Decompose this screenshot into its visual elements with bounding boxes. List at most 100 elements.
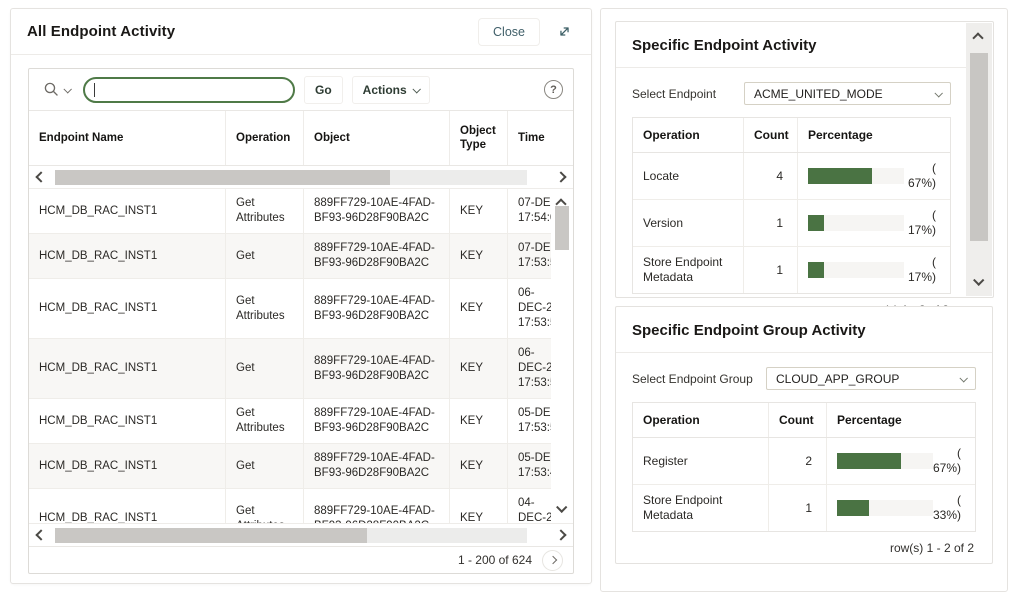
column-header-operation[interactable]: Operation bbox=[225, 111, 303, 165]
column-header-object[interactable]: Object bbox=[303, 111, 449, 165]
actions-button[interactable]: Actions bbox=[352, 76, 430, 104]
cell-object: 889FF729-10AE-4FAD- BF93-96D28F90BA2C bbox=[303, 339, 449, 398]
vertical-scrollbar[interactable] bbox=[966, 23, 992, 296]
cell-endpoint-name: HCM_DB_RAC_INST1 bbox=[29, 444, 225, 488]
cell-object-type: KEY bbox=[449, 339, 507, 398]
report-toolbar: Go Actions ? bbox=[29, 69, 573, 111]
table-header-row: Endpoint Name Operation Object Object Ty… bbox=[29, 111, 573, 166]
text-caret bbox=[94, 83, 95, 97]
scrollbar-track[interactable] bbox=[55, 528, 527, 543]
search-input-wrap bbox=[83, 77, 295, 103]
cell-endpoint-name: HCM_DB_RAC_INST1 bbox=[29, 234, 225, 278]
table-body: HCM_DB_RAC_INST1 Get Attributes 889FF729… bbox=[29, 189, 573, 523]
cell-object-type: KEY bbox=[449, 279, 507, 338]
cell-count: 1 bbox=[768, 485, 826, 531]
scrollbar-thumb[interactable] bbox=[55, 528, 367, 543]
cell-operation: Get bbox=[225, 234, 303, 278]
column-header-endpoint-name[interactable]: Endpoint Name bbox=[29, 111, 225, 165]
interactive-report: Go Actions ? Endpoint Name Operation Obj… bbox=[28, 68, 574, 574]
percentage-bar bbox=[808, 168, 904, 184]
close-button[interactable]: Close bbox=[478, 18, 540, 46]
pagination-range: 1 - 200 of 624 bbox=[458, 553, 532, 567]
cell-object: 889FF729-10AE-4FAD- BF93-96D28F90BA2C bbox=[303, 279, 449, 338]
column-header-count: Count bbox=[743, 118, 797, 152]
table-row: Store Endpoint Metadata 1 ( 17%) bbox=[633, 247, 950, 293]
expand-icon[interactable] bbox=[554, 21, 575, 42]
cell-operation: Get Attributes bbox=[225, 189, 303, 233]
cell-object: 889FF729-10AE-4FAD- BF93-96D28F90BA2C bbox=[303, 444, 449, 488]
search-input[interactable] bbox=[83, 77, 295, 103]
chevron-down-icon bbox=[934, 89, 942, 97]
horizontal-scrollbar-bottom bbox=[29, 523, 573, 546]
cell-count: 1 bbox=[743, 247, 797, 293]
cell-object: 889FF729-10AE-4FAD- BF93-96D28F90BA2C bbox=[303, 489, 449, 523]
chevron-down-icon bbox=[959, 374, 967, 382]
scrollbar-track[interactable] bbox=[55, 170, 527, 185]
all-endpoint-activity-panel: All Endpoint Activity Close bbox=[10, 8, 592, 584]
percentage-bar bbox=[808, 262, 904, 278]
scrollbar-thumb[interactable] bbox=[555, 206, 569, 250]
panel-title: Specific Endpoint Group Activity bbox=[616, 307, 992, 353]
cell-operation: Get Attributes bbox=[225, 489, 303, 523]
cell-operation: Store Endpoint Metadata bbox=[633, 247, 743, 293]
cell-object-type: KEY bbox=[449, 189, 507, 233]
table-row: HCM_DB_RAC_INST1 Get Attributes 889FF729… bbox=[29, 279, 573, 339]
column-header-percentage: Percentage bbox=[797, 118, 950, 152]
cell-object-type: KEY bbox=[449, 234, 507, 278]
column-header-percentage: Percentage bbox=[826, 403, 975, 437]
scroll-down-icon[interactable] bbox=[974, 272, 982, 290]
cell-percentage: ( 17%) bbox=[797, 247, 950, 293]
vertical-scrollbar[interactable] bbox=[551, 189, 573, 523]
cell-endpoint-name: HCM_DB_RAC_INST1 bbox=[29, 399, 225, 443]
endpoint-group-select[interactable]: CLOUD_APP_GROUP bbox=[766, 367, 976, 390]
page: All Endpoint Activity Close bbox=[0, 0, 1017, 606]
pagination: 1 - 200 of 624 bbox=[29, 546, 573, 573]
cell-percentage: ( 17%) bbox=[797, 200, 950, 246]
cell-object-type: KEY bbox=[449, 399, 507, 443]
table-row: Register 2 ( 67%) bbox=[633, 438, 975, 485]
endpoint-select[interactable]: ACME_UNITED_MODE bbox=[744, 82, 951, 105]
scroll-left-icon[interactable] bbox=[35, 529, 47, 541]
scroll-left-icon[interactable] bbox=[35, 171, 47, 183]
right-column: Specific Endpoint Activity Select Endpoi… bbox=[600, 8, 1008, 592]
column-header-object-type[interactable]: Object Type bbox=[449, 111, 507, 165]
help-icon[interactable]: ? bbox=[544, 80, 563, 99]
cell-count: 2 bbox=[768, 438, 826, 484]
column-header-count: Count bbox=[768, 403, 826, 437]
scrollbar-thumb[interactable] bbox=[970, 53, 988, 241]
cell-operation: Get Attributes bbox=[225, 279, 303, 338]
table-row: Store Endpoint Metadata 1 ( 33%) bbox=[633, 485, 975, 531]
chevron-down-icon bbox=[63, 85, 71, 93]
group-activity-table: Operation Count Percentage Register 2 ( … bbox=[632, 402, 976, 532]
table-row: Locate 4 ( 67%) bbox=[633, 153, 950, 200]
select-endpoint-row: Select Endpoint ACME_UNITED_MODE bbox=[632, 82, 951, 105]
scroll-up-icon[interactable] bbox=[974, 29, 982, 47]
percentage-label: ( 17%) bbox=[904, 255, 940, 285]
cell-endpoint-name: HCM_DB_RAC_INST1 bbox=[29, 279, 225, 338]
table-header-row: Operation Count Percentage bbox=[633, 403, 975, 438]
search-icon bbox=[43, 81, 60, 98]
panel-body: Select Endpoint ACME_UNITED_MODE Operati… bbox=[616, 68, 993, 317]
search-column-selector[interactable] bbox=[39, 77, 74, 102]
table-row: HCM_DB_RAC_INST1 Get 889FF729-10AE-4FAD-… bbox=[29, 234, 573, 279]
cell-object-type: KEY bbox=[449, 489, 507, 523]
percentage-bar bbox=[808, 215, 904, 231]
cell-endpoint-name: HCM_DB_RAC_INST1 bbox=[29, 339, 225, 398]
scroll-right-icon[interactable] bbox=[555, 529, 567, 541]
pagination-next-button[interactable] bbox=[542, 550, 563, 571]
column-header-time[interactable]: Time bbox=[507, 111, 573, 165]
scrollbar-thumb[interactable] bbox=[55, 170, 390, 185]
table-row: Version 1 ( 17%) bbox=[633, 200, 950, 247]
table-header-row: Operation Count Percentage bbox=[633, 118, 950, 153]
page-title: All Endpoint Activity bbox=[27, 23, 175, 40]
column-header-operation: Operation bbox=[633, 118, 743, 152]
scroll-down-icon[interactable] bbox=[557, 499, 565, 517]
cell-percentage: ( 33%) bbox=[826, 485, 975, 531]
panel-title: Specific Endpoint Activity bbox=[616, 22, 967, 68]
table-row: HCM_DB_RAC_INST1 Get 889FF729-10AE-4FAD-… bbox=[29, 339, 573, 399]
cell-operation: Store Endpoint Metadata bbox=[633, 485, 768, 531]
scroll-right-icon[interactable] bbox=[555, 171, 567, 183]
panel-header: All Endpoint Activity Close bbox=[11, 9, 591, 55]
percentage-label: ( 67%) bbox=[933, 446, 965, 476]
go-button[interactable]: Go bbox=[304, 76, 343, 104]
